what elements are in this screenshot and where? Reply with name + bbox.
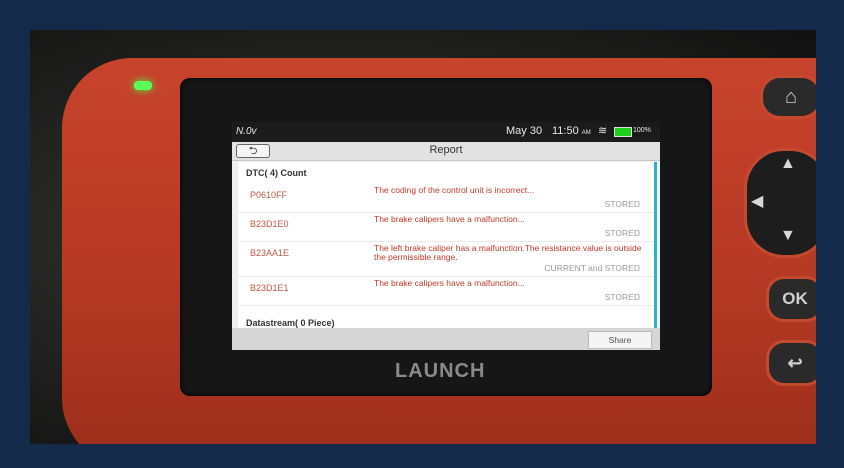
- dtc-description: The left brake caliper has a malfunction…: [374, 243, 642, 262]
- dtc-code: B23D1E0: [250, 219, 289, 229]
- dtc-row[interactable]: B23D1E1 The brake calipers have a malfun…: [238, 277, 654, 306]
- dpad[interactable]: ▲ ◀ ▼: [744, 148, 816, 258]
- wifi-icon: ≋: [598, 125, 608, 137]
- home-button[interactable]: ⌂: [760, 75, 816, 119]
- dtc-description: The brake calipers have a malfunction...: [374, 214, 525, 224]
- back-button[interactable]: ↩: [766, 340, 816, 386]
- dtc-code: P0610FF: [250, 190, 288, 200]
- dtc-status: STORED: [604, 199, 640, 209]
- brand-logo: LAUNCH: [395, 360, 486, 382]
- status-bar: N.0v May 30 11:50 AM ≋ 100%: [232, 122, 660, 142]
- title-bar: ⮌ Report: [232, 142, 660, 161]
- report-app: ⮌ Report DTC( 4) Count P0610FF The codin…: [232, 142, 660, 350]
- dtc-row[interactable]: P0610FF The coding of the control unit i…: [238, 184, 654, 213]
- report-content[interactable]: DTC( 4) Count P0610FF The coding of the …: [238, 162, 657, 328]
- dtc-description: The brake calipers have a malfunction...: [374, 278, 525, 288]
- dtc-status: CURRENT and STORED: [544, 263, 640, 273]
- return-icon: ↩: [787, 352, 803, 373]
- photo-frame: LAUNCH ⌂ ▲ ◀ ▼ OK ↩ N.0v May 30 11:50 AM…: [30, 30, 816, 444]
- battery-percent: 100%: [633, 127, 651, 134]
- left-arrow-icon[interactable]: ◀: [751, 191, 763, 211]
- dtc-description: The coding of the control unit is incorr…: [374, 185, 535, 195]
- ok-button[interactable]: OK: [766, 276, 816, 322]
- dtc-status: STORED: [604, 292, 640, 302]
- up-arrow-icon[interactable]: ▲: [780, 155, 796, 173]
- bottom-bar: Share: [232, 328, 660, 350]
- voltage-readout: N.0v: [236, 126, 257, 137]
- dtc-row[interactable]: B23AA1E The left brake caliper has a mal…: [238, 242, 654, 277]
- dtc-code: B23D1E1: [250, 283, 289, 293]
- datastream-header: Datastream( 0 Piece): [246, 318, 335, 328]
- share-button[interactable]: Share: [588, 331, 652, 349]
- status-time: 11:50 AM: [552, 125, 591, 137]
- dtc-row[interactable]: B23D1E0 The brake calipers have a malfun…: [238, 213, 654, 242]
- power-led: [134, 81, 152, 90]
- dtc-status: STORED: [604, 228, 640, 238]
- dtc-code: B23AA1E: [250, 248, 290, 258]
- home-icon: ⌂: [784, 85, 798, 108]
- device-screen: N.0v May 30 11:50 AM ≋ 100% ⮌ Report DTC…: [232, 122, 660, 350]
- dtc-count-header: DTC( 4) Count: [246, 168, 307, 178]
- page-title: Report: [429, 144, 463, 156]
- status-date: May 30: [506, 125, 543, 137]
- battery-icon: [614, 127, 632, 137]
- down-arrow-icon[interactable]: ▼: [780, 227, 796, 245]
